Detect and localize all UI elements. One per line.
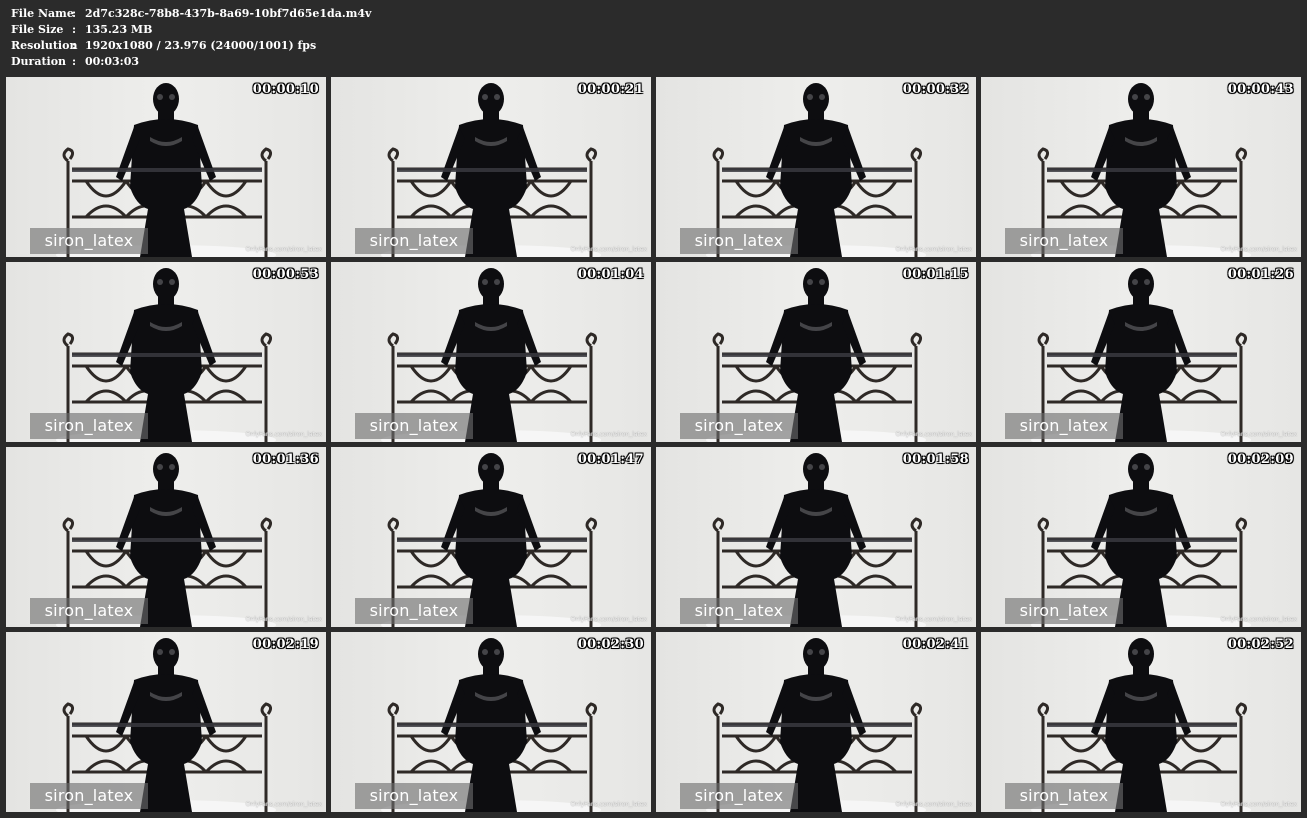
thumbnail-timecode: 00:02:41	[902, 637, 969, 652]
thumbnail-credit: OnlyFans.com/siron_latex	[895, 616, 972, 623]
thumbnail-timecode: 00:00:10	[252, 82, 319, 97]
thumbnail-credit: OnlyFans.com/siron_latex	[895, 801, 972, 808]
thumbnail-timecode: 00:02:30	[577, 637, 644, 652]
file-name-separator: :	[72, 7, 77, 20]
file-size-separator: :	[72, 23, 77, 36]
thumbnail-watermark: siron_latex	[1005, 598, 1123, 624]
thumbnail-watermark: siron_latex	[30, 598, 148, 624]
thumbnail-grid: 00:00:10 siron_latex OnlyFans.com/siron_la…	[6, 77, 1302, 813]
thumbnail-watermark: siron_latex	[680, 598, 798, 624]
resolution-row: Resolution : 1920x1080 / 23.976 (24000/1…	[11, 38, 711, 54]
thumbnail-frame: 00:00:21 siron_latex OnlyFans.com/siron_la…	[331, 77, 651, 257]
thumbnail-credit: OnlyFans.com/siron_latex	[570, 616, 647, 623]
thumbnail-timecode: 00:01:04	[577, 267, 644, 282]
thumbnail-watermark: siron_latex	[355, 413, 473, 439]
file-size-label: File Size	[11, 23, 64, 36]
thumbnail-frame: 00:00:10 siron_latex OnlyFans.com/siron_la…	[6, 77, 326, 257]
thumbnail-credit: OnlyFans.com/siron_latex	[1220, 801, 1297, 808]
duration-label: Duration	[11, 55, 67, 68]
thumbnail-frame: 00:01:58 siron_latex OnlyFans.com/siron_la…	[656, 447, 976, 627]
thumbnail-frame: 00:00:32 siron_latex OnlyFans.com/siron_la…	[656, 77, 976, 257]
thumbnail-credit: OnlyFans.com/siron_latex	[570, 801, 647, 808]
thumbnail-frame: 00:01:47 siron_latex OnlyFans.com/siron_la…	[331, 447, 651, 627]
thumbnail-credit: OnlyFans.com/siron_latex	[570, 431, 647, 438]
thumbnail-timecode: 00:00:53	[252, 267, 319, 282]
thumbnail-watermark: siron_latex	[680, 783, 798, 809]
thumbnail-watermark: siron_latex	[30, 783, 148, 809]
thumbnail-credit: OnlyFans.com/siron_latex	[570, 246, 647, 253]
thumbnail-credit: OnlyFans.com/siron_latex	[245, 616, 322, 623]
thumbnail-watermark: siron_latex	[355, 598, 473, 624]
thumbnail-frame: 00:01:15 siron_latex OnlyFans.com/siron_la…	[656, 262, 976, 442]
thumbnail-frame: 00:02:41 siron_latex OnlyFans.com/siron_la…	[656, 632, 976, 812]
thumbnail-watermark: siron_latex	[355, 228, 473, 254]
thumbnail-frame: 00:01:26 siron_latex OnlyFans.com/siron_la…	[981, 262, 1301, 442]
thumbnail-timecode: 00:01:47	[577, 452, 644, 467]
thumbnail-frame: 00:02:19 siron_latex OnlyFans.com/siron_la…	[6, 632, 326, 812]
thumbnail-watermark: siron_latex	[680, 228, 798, 254]
thumbnail-timecode: 00:02:09	[1227, 452, 1294, 467]
thumbnail-timecode: 00:01:26	[1227, 267, 1294, 282]
thumbnail-credit: OnlyFans.com/siron_latex	[1220, 616, 1297, 623]
thumbnail-timecode: 00:02:19	[252, 637, 319, 652]
thumbnail-frame: 00:01:36 siron_latex OnlyFans.com/siron_la…	[6, 447, 326, 627]
thumbnail-watermark: siron_latex	[30, 228, 148, 254]
file-size-value: 135.23 MB	[85, 23, 153, 36]
thumbnail-credit: OnlyFans.com/siron_latex	[895, 431, 972, 438]
thumbnail-frame: 00:01:04 siron_latex OnlyFans.com/siron_la…	[331, 262, 651, 442]
thumbnail-watermark: siron_latex	[680, 413, 798, 439]
thumbnail-timecode: 00:01:58	[902, 452, 969, 467]
thumbnail-timecode: 00:02:52	[1227, 637, 1294, 652]
thumbnail-timecode: 00:01:36	[252, 452, 319, 467]
file-name-label: File Name	[11, 7, 74, 20]
thumbnail-watermark: siron_latex	[30, 413, 148, 439]
resolution-separator: :	[72, 39, 77, 52]
file-info-header: File Name : 2d7c328c-78b8-437b-8a69-10bf…	[11, 6, 711, 72]
thumbnail-timecode: 00:00:43	[1227, 82, 1294, 97]
thumbnail-frame: 00:02:30 siron_latex OnlyFans.com/siron_la…	[331, 632, 651, 812]
thumbnail-watermark: siron_latex	[355, 783, 473, 809]
thumbnail-watermark: siron_latex	[1005, 228, 1123, 254]
thumbnail-credit: OnlyFans.com/siron_latex	[245, 431, 322, 438]
thumbnail-watermark: siron_latex	[1005, 783, 1123, 809]
thumbnail-watermark: siron_latex	[1005, 413, 1123, 439]
duration-separator: :	[72, 55, 77, 68]
thumbnail-credit: OnlyFans.com/siron_latex	[1220, 431, 1297, 438]
thumbnail-timecode: 00:00:32	[902, 82, 969, 97]
resolution-value: 1920x1080 / 23.976 (24000/1001) fps	[85, 39, 317, 52]
file-name-row: File Name : 2d7c328c-78b8-437b-8a69-10bf…	[11, 6, 711, 22]
resolution-label: Resolution	[11, 39, 78, 52]
file-name-value: 2d7c328c-78b8-437b-8a69-10bf7d65e1da.m4v	[85, 7, 372, 20]
duration-value: 00:03:03	[85, 55, 140, 68]
file-size-row: File Size : 135.23 MB	[11, 22, 711, 38]
thumbnail-timecode: 00:01:15	[902, 267, 969, 282]
thumbnail-frame: 00:00:43 siron_latex OnlyFans.com/siron_la…	[981, 77, 1301, 257]
duration-row: Duration : 00:03:03	[11, 54, 711, 70]
thumbnail-frame: 00:02:52 siron_latex OnlyFans.com/siron_la…	[981, 632, 1301, 812]
thumbnail-credit: OnlyFans.com/siron_latex	[245, 246, 322, 253]
thumbnail-credit: OnlyFans.com/siron_latex	[1220, 246, 1297, 253]
thumbnail-credit: OnlyFans.com/siron_latex	[245, 801, 322, 808]
thumbnail-frame: 00:00:53 siron_latex OnlyFans.com/siron_la…	[6, 262, 326, 442]
thumbnail-timecode: 00:00:21	[577, 82, 644, 97]
thumbnail-frame: 00:02:09 siron_latex OnlyFans.com/siron_la…	[981, 447, 1301, 627]
thumbnail-credit: OnlyFans.com/siron_latex	[895, 246, 972, 253]
